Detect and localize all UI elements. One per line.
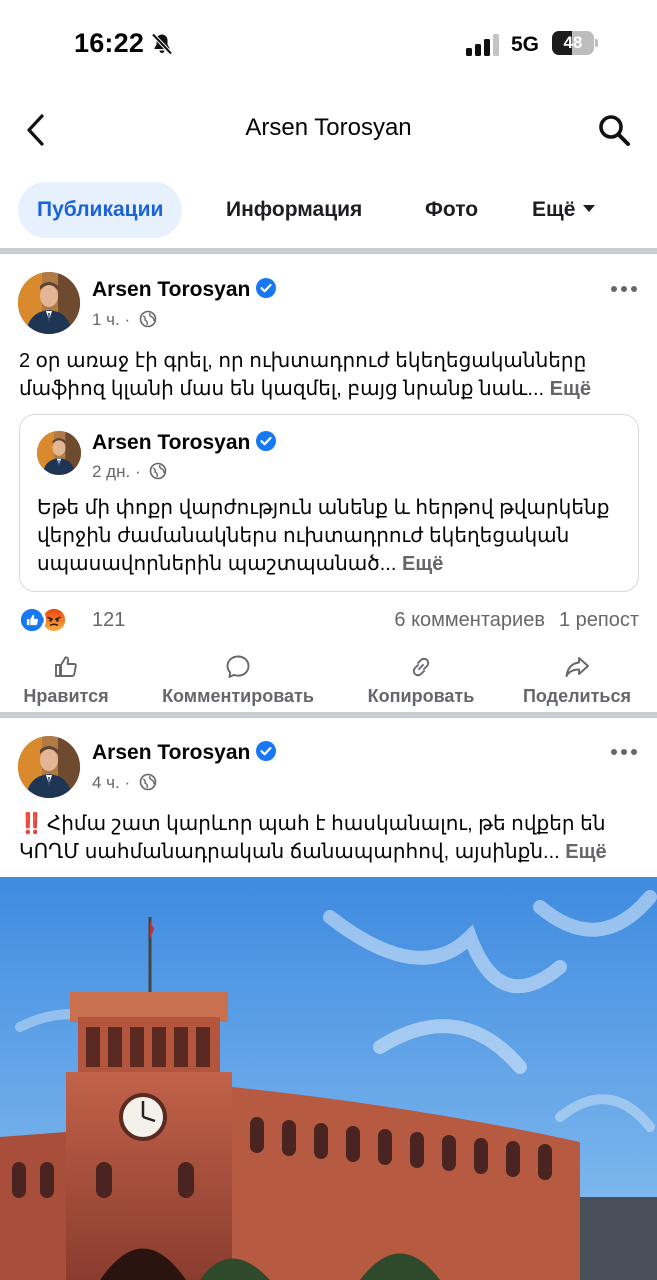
- search-icon[interactable]: [596, 112, 632, 148]
- verified-icon: [256, 278, 277, 298]
- like-reaction-icon: [18, 606, 46, 634]
- share-button[interactable]: Поделиться: [517, 654, 637, 710]
- comments-count[interactable]: 6 комментариев: [394, 609, 545, 631]
- post-author[interactable]: Arsen Torosyan: [92, 278, 277, 302]
- shared-time[interactable]: 2 дн.: [92, 462, 130, 481]
- post-body: 2 օր առաջ էի գրել, որ ուխտադրուժ եկեղեցա…: [19, 350, 587, 400]
- battery-indicator: 48: [552, 31, 598, 57]
- globe-icon: [139, 773, 157, 791]
- author-name[interactable]: Arsen Torosyan: [92, 741, 250, 764]
- comment-button[interactable]: Комментировать: [152, 654, 324, 710]
- see-more-link[interactable]: Ещё: [550, 378, 591, 400]
- comment-icon: [226, 655, 250, 678]
- copy-label: Копировать: [367, 686, 475, 706]
- reposts-count[interactable]: 1 репост: [559, 609, 639, 631]
- post-meta: 4 ч. ·: [92, 773, 157, 793]
- author-name[interactable]: Arsen Torosyan: [92, 278, 250, 301]
- post-author[interactable]: Arsen Torosyan: [92, 741, 277, 765]
- tab-photos[interactable]: Фото: [425, 182, 478, 238]
- shared-avatar[interactable]: [37, 431, 81, 475]
- share-label: Поделиться: [522, 686, 632, 706]
- status-time: 16:22: [74, 28, 145, 58]
- post-body: Հիմա շատ կարևոր պահ է հասկանալու, թե ովք…: [19, 813, 606, 863]
- more-dots-icon[interactable]: [610, 747, 638, 757]
- reaction-count: 121: [92, 609, 126, 631]
- section-divider: [0, 248, 657, 254]
- more-dots-icon[interactable]: [610, 284, 638, 294]
- tab-more-label: Ещё: [532, 198, 576, 221]
- battery-percent: 48: [563, 33, 583, 52]
- page-title: Arsen Torosyan: [245, 114, 412, 141]
- shared-text: Եթե մի փոքր վարժություն անենք և հերթով թ…: [37, 494, 627, 578]
- like-button[interactable]: Нравится: [18, 654, 114, 710]
- shared-post-card[interactable]: Arsen Torosyan 2 дн. · Եթե մի փոքր վարժո…: [19, 414, 639, 592]
- globe-icon: [139, 310, 157, 328]
- verified-icon: [256, 741, 277, 761]
- copy-link-button[interactable]: Копировать: [361, 654, 481, 710]
- post-meta: 1 ч. ·: [92, 310, 157, 330]
- globe-icon: [150, 462, 167, 480]
- post-text: 2 օր առաջ էի գրել, որ ուխտադրուժ եկեղեցա…: [19, 347, 639, 403]
- shared-see-more-link[interactable]: Ещё: [402, 553, 443, 575]
- post-time[interactable]: 4 ч.: [92, 773, 120, 792]
- tab-more[interactable]: Ещё: [532, 182, 596, 238]
- see-more-link[interactable]: Ещё: [565, 841, 606, 863]
- shared-meta: 2 дн. ·: [92, 462, 167, 482]
- profile-tabs: Публикации Информация Фото Ещё: [18, 182, 638, 238]
- share-icon: [565, 657, 589, 677]
- tab-info[interactable]: Информация: [226, 182, 362, 238]
- post-time[interactable]: 1 ч.: [92, 310, 120, 329]
- post-text: ‼️ Հիմա շատ կարևոր պահ է հասկանալու, թե ո…: [19, 810, 639, 866]
- double-exclamation-icon: ‼️: [19, 813, 44, 835]
- comment-label: Комментировать: [162, 686, 314, 706]
- avatar[interactable]: [18, 736, 80, 798]
- verified-icon: [256, 431, 277, 451]
- post-stats: 6 комментариев 1 репост: [394, 609, 639, 632]
- status-bar: 16:22 5G 48: [0, 0, 657, 90]
- shared-author[interactable]: Arsen Torosyan: [92, 431, 277, 455]
- thumbs-up-icon: [55, 656, 77, 677]
- bell-off-icon: [151, 33, 173, 55]
- tab-publications[interactable]: Публикации: [18, 182, 183, 238]
- shared-body: Եթե մի փոքր վարժություն անենք և հերթով թ…: [37, 497, 610, 575]
- post-photo[interactable]: [0, 877, 657, 1280]
- link-icon: [412, 657, 430, 677]
- shared-author-name[interactable]: Arsen Torosyan: [92, 431, 250, 454]
- section-divider: [0, 712, 657, 718]
- network-type: 5G: [511, 33, 540, 56]
- signal-icon: [466, 34, 499, 56]
- avatar[interactable]: [18, 272, 80, 334]
- like-label: Нравится: [23, 686, 109, 706]
- caret-down-icon: [583, 204, 596, 212]
